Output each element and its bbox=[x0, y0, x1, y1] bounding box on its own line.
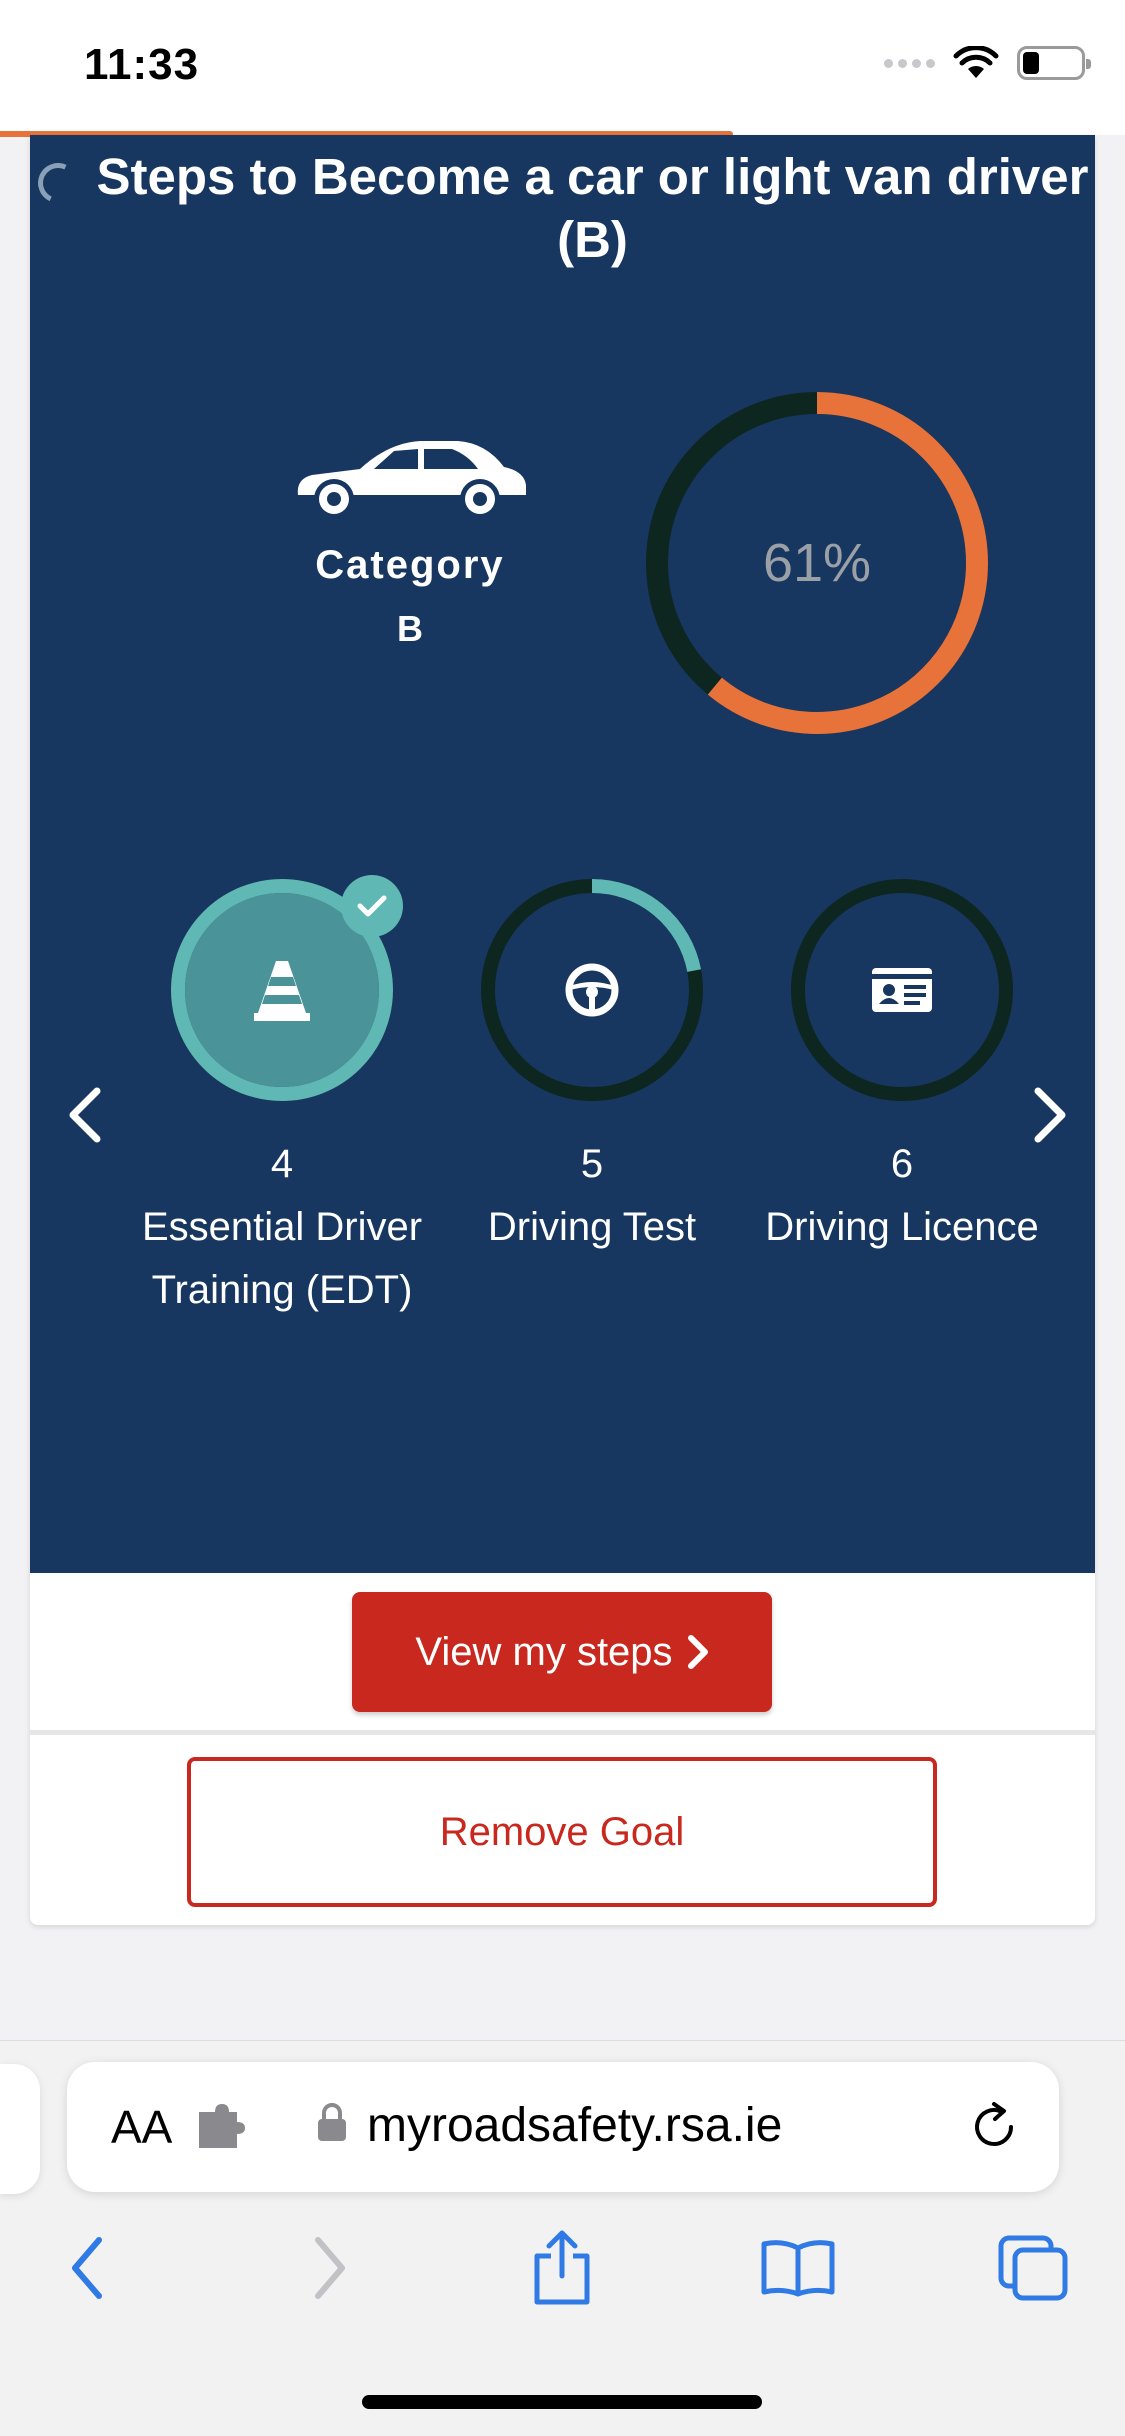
licence-category: Category B bbox=[270, 433, 550, 650]
share-icon bbox=[534, 2230, 590, 2305]
category-code: B bbox=[397, 608, 423, 649]
chevron-right-icon bbox=[687, 1635, 708, 1669]
status-icons bbox=[884, 46, 1091, 80]
step-item-driving-test[interactable]: 5 Driving Test bbox=[447, 875, 737, 1259]
reload-icon[interactable] bbox=[967, 2100, 1021, 2154]
share-button[interactable] bbox=[522, 2228, 602, 2308]
bookmarks-book-icon bbox=[761, 2240, 835, 2297]
step-progress-circle bbox=[787, 875, 1017, 1105]
text-size-button[interactable]: AA bbox=[111, 2100, 172, 2154]
step-number: 4 bbox=[270, 1142, 294, 1186]
check-icon bbox=[357, 895, 387, 917]
step-label: Driving Licence bbox=[765, 1205, 1039, 1249]
previous-tab-peek[interactable] bbox=[0, 2064, 40, 2194]
step-number: 6 bbox=[890, 1142, 914, 1186]
extensions-puzzle-icon[interactable] bbox=[197, 2104, 245, 2148]
remove-goal-button[interactable]: Remove Goal bbox=[187, 1757, 937, 1907]
view-my-steps-button[interactable]: View my steps bbox=[352, 1592, 772, 1712]
chevron-left-icon bbox=[72, 2237, 102, 2299]
step-item-essential-driver-training[interactable]: 4 Essential Driver Training (EDT) bbox=[137, 875, 427, 1322]
step-label: Driving Test bbox=[487, 1205, 697, 1249]
loading-spinner-icon bbox=[32, 157, 84, 209]
forward-button[interactable] bbox=[290, 2228, 370, 2308]
tabs-button[interactable] bbox=[993, 2228, 1073, 2308]
goal-title: Steps to Become a car or light van drive… bbox=[96, 148, 1089, 268]
status-time: 11:33 bbox=[84, 40, 200, 89]
tabs-icon bbox=[998, 2235, 1068, 2301]
step-item-driving-licence[interactable]: 6 Driving Licence bbox=[757, 875, 1047, 1259]
category-label: Category bbox=[315, 543, 505, 587]
url-text: myroadsafety.rsa.ie bbox=[367, 2099, 783, 2152]
completed-check-badge bbox=[341, 875, 403, 937]
step-label: Essential Driver Training (EDT) bbox=[141, 1205, 423, 1312]
address-bar[interactable]: AA myroadsafety.rsa.ie bbox=[67, 2062, 1059, 2192]
previous-step-button[interactable] bbox=[50, 1080, 120, 1150]
step-number: 5 bbox=[580, 1142, 604, 1186]
goal-progress-percent: 61% bbox=[762, 533, 872, 593]
goal-card: Steps to Become a car or light van drive… bbox=[30, 135, 1095, 1925]
chevron-left-icon bbox=[69, 1087, 101, 1143]
home-indicator bbox=[362, 2395, 762, 2409]
back-button[interactable] bbox=[47, 2228, 127, 2308]
steering-wheel-icon bbox=[565, 963, 619, 1017]
step-progress-circle bbox=[477, 875, 707, 1105]
id-card-icon bbox=[872, 968, 932, 1012]
cellular-signal-icon bbox=[884, 58, 935, 68]
status-bar: 11:33 bbox=[0, 0, 1125, 135]
wifi-icon bbox=[953, 46, 999, 78]
traffic-cone-icon bbox=[254, 961, 310, 1021]
text-size-label: AA bbox=[111, 2101, 173, 2153]
divider bbox=[30, 1730, 1095, 1735]
bookmarks-button[interactable] bbox=[758, 2228, 838, 2308]
goal-panel: Steps to Become a car or light van drive… bbox=[30, 135, 1095, 1573]
car-icon bbox=[297, 441, 526, 519]
chevron-right-icon bbox=[315, 2237, 345, 2299]
lock-icon bbox=[318, 2103, 346, 2141]
battery-icon bbox=[1017, 46, 1091, 80]
step-progress-circle bbox=[167, 875, 403, 1105]
view-my-steps-label: View my steps bbox=[415, 1629, 673, 1674]
